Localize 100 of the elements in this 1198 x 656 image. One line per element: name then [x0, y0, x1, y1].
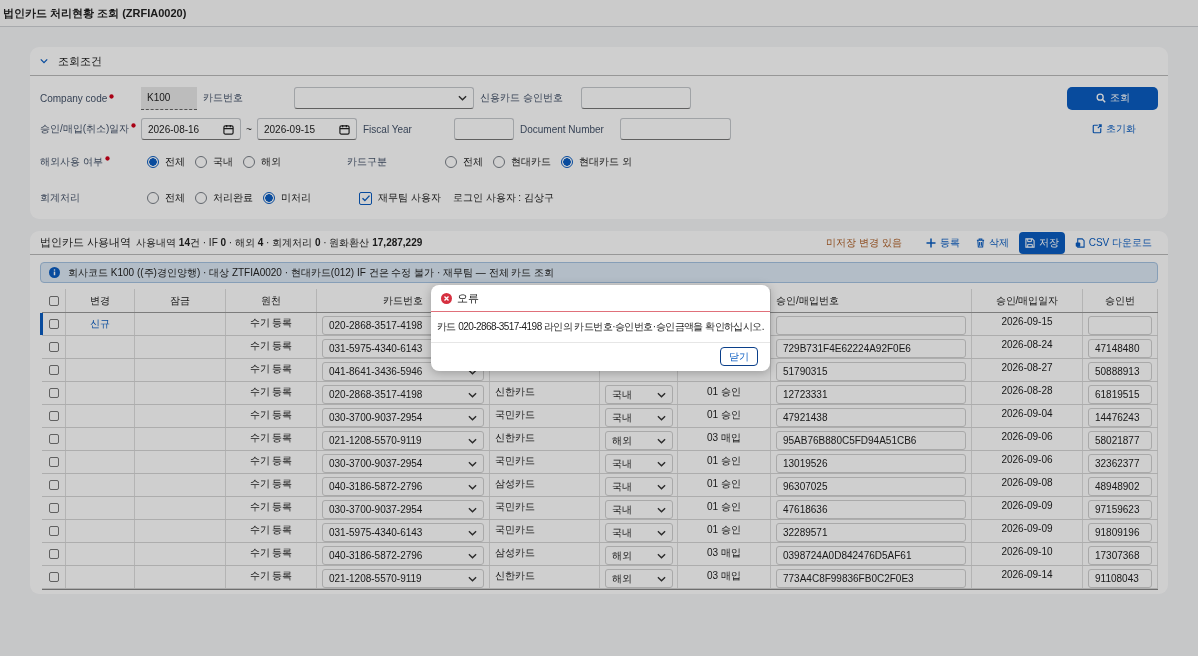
reset-link[interactable]: 초기화: [1092, 122, 1136, 136]
radio-button[interactable]: [243, 156, 255, 168]
chevron-down-icon[interactable]: [40, 58, 48, 64]
company-code-field[interactable]: K100: [141, 86, 197, 110]
csv-button[interactable]: CSV 다운로드: [1068, 231, 1158, 254]
region-dropdown[interactable]: 국내: [605, 385, 673, 404]
add-button[interactable]: 등록: [919, 231, 966, 254]
caret-icon: [657, 483, 666, 490]
radio-button[interactable]: [147, 156, 159, 168]
radio-button[interactable]: [147, 192, 159, 204]
radio-button[interactable]: [195, 192, 207, 204]
approval-number-field[interactable]: 91108043: [1088, 569, 1152, 588]
reference-number-field[interactable]: 51790315: [776, 362, 966, 381]
row-checkbox[interactable]: [48, 342, 59, 352]
region-dropdown[interactable]: 국내: [605, 454, 673, 473]
reference-number-field[interactable]: 0398724A0D842476D5AF61: [776, 546, 966, 565]
column-header: 승인/매입번호: [776, 293, 839, 308]
reference-number-field[interactable]: 47921438: [776, 408, 966, 427]
region-dropdown[interactable]: 국내: [605, 523, 673, 542]
card-number-dropdown[interactable]: 021-1208-5570-9119: [322, 431, 484, 450]
approval-number-field[interactable]: 17307368: [1088, 546, 1152, 565]
search-button[interactable]: 조회: [1067, 86, 1158, 110]
save-button[interactable]: 저장: [1018, 231, 1065, 254]
delete-button[interactable]: 삭제: [969, 231, 1015, 254]
approval-number-field[interactable]: 58021877: [1088, 431, 1152, 450]
approval-number-field[interactable]: [1088, 316, 1152, 335]
region-dropdown[interactable]: 국내: [605, 408, 673, 427]
table-cell: 01 승인: [707, 523, 741, 537]
region-dropdown[interactable]: 국내: [605, 500, 673, 519]
radio-button[interactable]: [263, 192, 275, 204]
caret-icon: [657, 552, 666, 559]
reference-number-field[interactable]: [776, 316, 966, 335]
row-checkbox[interactable]: [48, 434, 59, 444]
approval-number-field[interactable]: 97159623: [1088, 500, 1152, 519]
close-button[interactable]: 닫기: [720, 347, 758, 366]
radio-button[interactable]: [493, 156, 505, 168]
date-field[interactable]: 2026-08-16: [141, 118, 241, 140]
approval-number-field[interactable]: 91809196: [1088, 523, 1152, 542]
card-number-dropdown[interactable]: 040-3186-5872-2796: [322, 546, 484, 565]
table-cell: 삼성카드: [495, 477, 535, 491]
reference-number-field[interactable]: 96307025: [776, 477, 966, 496]
reference-number-field[interactable]: 13019526: [776, 454, 966, 473]
checkbox[interactable]: [359, 191, 372, 205]
radio-button[interactable]: [445, 156, 457, 168]
approval-number-field[interactable]: 47148480: [1088, 339, 1152, 358]
row-checkbox[interactable]: [48, 411, 59, 421]
table-cell: 2026-08-27: [1001, 362, 1053, 373]
reference-number-field[interactable]: 47618636: [776, 500, 966, 519]
row-checkbox[interactable]: [48, 480, 59, 490]
column-header: 카드번호: [383, 293, 423, 308]
card-number-dropdown[interactable]: [294, 87, 474, 109]
region-dropdown[interactable]: 해외: [605, 431, 673, 450]
approval-number-field[interactable]: 48948902: [1088, 477, 1152, 496]
row-checkbox[interactable]: [48, 457, 59, 467]
card-number-dropdown[interactable]: 031-5975-4340-6143: [322, 523, 484, 542]
table-cell: 2026-08-24: [1001, 339, 1053, 350]
required-icon: [109, 93, 115, 99]
column-header: 승인/매입일자: [995, 293, 1059, 308]
calendar-icon[interactable]: [339, 123, 350, 135]
approval-number-field[interactable]: [581, 87, 691, 109]
card-number-dropdown[interactable]: 030-3700-9037-2954: [322, 408, 484, 427]
calendar-icon[interactable]: [223, 123, 234, 135]
fiscal-year-field[interactable]: [454, 118, 514, 140]
region-dropdown[interactable]: 해외: [605, 546, 673, 565]
approval-number-field[interactable]: 14476243: [1088, 408, 1152, 427]
caret-icon: [657, 575, 666, 582]
approval-number-field[interactable]: 32362377: [1088, 454, 1152, 473]
reference-number-field[interactable]: 12723331: [776, 385, 966, 404]
reference-number-field[interactable]: 95AB76B880C5FD94A51CB6: [776, 431, 966, 450]
select-all-checkbox[interactable]: [48, 295, 59, 306]
radio-button[interactable]: [195, 156, 207, 168]
reference-number-field[interactable]: 32289571: [776, 523, 966, 542]
date-field[interactable]: 2026-09-15: [257, 118, 357, 140]
column-header: 잠금: [170, 293, 190, 308]
row-checkbox[interactable]: [48, 549, 59, 559]
card-number-dropdown[interactable]: 020-2868-3517-4198: [322, 385, 484, 404]
card-number-dropdown[interactable]: 040-3186-5872-2796: [322, 477, 484, 496]
caret-icon: [657, 414, 666, 421]
card-number-dropdown[interactable]: 021-1208-5570-9119: [322, 569, 484, 588]
reference-number-field[interactable]: 729B731F4E62224A92F0E6: [776, 339, 966, 358]
table-cell: 수기 등록: [249, 385, 293, 399]
card-number-dropdown[interactable]: 030-3700-9037-2954: [322, 500, 484, 519]
reference-number-field[interactable]: 773A4C8F99836FB0C2F0E3: [776, 569, 966, 588]
field-label: 카드번호: [203, 91, 244, 105]
approval-number-field[interactable]: 50888913: [1088, 362, 1152, 381]
row-checkbox[interactable]: [48, 388, 59, 398]
row-checkbox[interactable]: [48, 365, 59, 375]
region-dropdown[interactable]: 해외: [605, 569, 673, 588]
document-number-field[interactable]: [620, 118, 731, 140]
row-checkbox[interactable]: [48, 526, 59, 536]
table-cell: 2026-09-06: [1001, 431, 1053, 442]
card-number-dropdown[interactable]: 030-3700-9037-2954: [322, 454, 484, 473]
radio-button[interactable]: [561, 156, 573, 168]
caret-icon: [468, 552, 477, 559]
approval-number-field[interactable]: 61819515: [1088, 385, 1152, 404]
caret-icon: [468, 414, 477, 421]
row-checkbox[interactable]: [48, 319, 59, 329]
row-checkbox[interactable]: [48, 503, 59, 513]
row-checkbox[interactable]: [48, 572, 59, 582]
region-dropdown[interactable]: 국내: [605, 477, 673, 496]
